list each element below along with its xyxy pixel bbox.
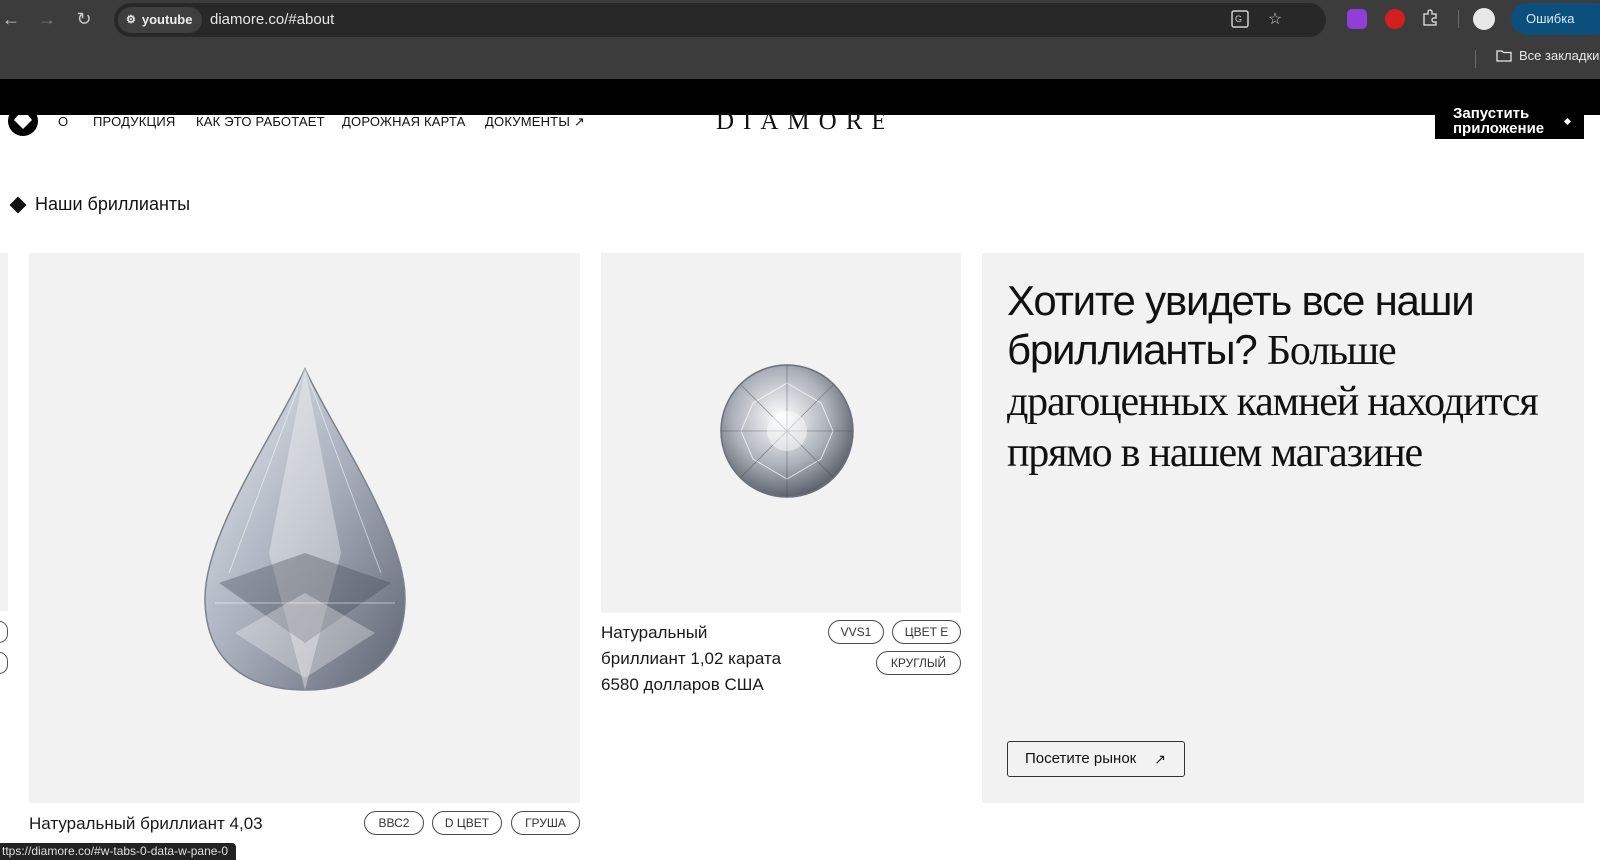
all-bookmarks[interactable]: Все закладки xyxy=(1496,48,1599,63)
tag-shape: КРУГЛЫЙ xyxy=(876,651,961,675)
tag-color: ЦВЕТ E xyxy=(892,620,961,644)
nav-link-about[interactable]: О xyxy=(58,114,68,129)
section-title: Наши бриллианты xyxy=(35,194,191,214)
site-settings-icon: ⚙ xyxy=(126,14,136,26)
visit-market-button[interactable]: Посетите рынок ↗ xyxy=(1007,741,1185,777)
error-button[interactable]: Ошибка xyxy=(1511,3,1600,35)
cta-heading: Хотите увидеть все наши бриллианты? Боль… xyxy=(1007,276,1547,478)
tag-clarity: VVS1 xyxy=(828,620,884,644)
link-status-bar: ttps://diamore.co/#w-tabs-0-data-w-pane-… xyxy=(0,843,237,860)
diamore-logo-icon[interactable] xyxy=(8,106,38,136)
product-card-round[interactable] xyxy=(601,253,961,613)
product-caption-pear: Натуральный бриллиант 4,03 xyxy=(29,814,263,833)
site-chip-label: youtube xyxy=(141,12,193,27)
profile-avatar-icon[interactable] xyxy=(1473,8,1495,30)
bookmark-star-icon[interactable]: ☆ xyxy=(1265,10,1285,30)
brand-wordmark[interactable]: DIAMORE xyxy=(716,108,884,134)
nav-link-how-it-works[interactable]: КАК ЭТО РАБОТАЕТ xyxy=(196,114,325,129)
bookmarks-bar xyxy=(0,38,1600,79)
previous-tag-edge xyxy=(0,652,8,674)
cta-heading-sans: Хотите увидеть все наши бриллианты? xyxy=(1007,277,1475,373)
launch-label-line2: приложение xyxy=(1453,120,1545,137)
extensions-puzzle-icon[interactable] xyxy=(1420,9,1440,29)
launch-label-line1: Запустить xyxy=(1453,105,1530,122)
reload-icon[interactable]: ↻ xyxy=(73,8,95,30)
section-heading: Наши бриллианты xyxy=(9,194,190,215)
tag-clarity: ВВС2 xyxy=(364,811,424,835)
translate-icon[interactable]: G xyxy=(1230,10,1250,30)
nav-link-documents[interactable]: ДОКУМЕНТЫ ↗ xyxy=(485,114,585,130)
site-info-chip[interactable]: ⚙ youtube xyxy=(118,7,203,33)
forward-icon[interactable]: → xyxy=(36,8,58,30)
tag-shape: ГРУША xyxy=(511,811,580,835)
folder-icon xyxy=(1496,50,1512,62)
previous-card-edge xyxy=(0,253,8,611)
diamond-bullet-icon xyxy=(9,196,27,213)
url-text[interactable]: diamore.co/#about xyxy=(210,3,334,37)
caption-line: бриллиант 1,02 карата xyxy=(601,649,782,668)
bookmarks-divider xyxy=(1475,50,1476,68)
round-diamond-image xyxy=(720,364,854,498)
caption-line: 6580 долларов США xyxy=(601,675,764,694)
back-icon[interactable]: ← xyxy=(0,8,22,30)
all-bookmarks-label: Все закладки xyxy=(1519,48,1600,63)
external-arrow-icon: ↗ xyxy=(1154,751,1166,767)
extension-icon[interactable] xyxy=(1347,9,1367,29)
svg-text:G: G xyxy=(1235,14,1242,24)
tag-color: D ЦВЕТ xyxy=(432,811,502,835)
product-card-pear[interactable] xyxy=(29,253,580,803)
caption-line: Натуральный xyxy=(601,623,708,642)
address-bar[interactable]: ⚙ youtube diamore.co/#about G ☆ xyxy=(114,3,1326,37)
launch-app-button[interactable]: Запустить приложение xyxy=(1435,104,1584,139)
pear-diamond-image xyxy=(204,367,406,691)
previous-tag-edge xyxy=(0,621,8,643)
extension-adblock-icon[interactable] xyxy=(1385,9,1405,29)
nav-link-roadmap[interactable]: ДОРОЖНАЯ КАРТА xyxy=(342,114,466,129)
visit-market-label: Посетите рынок xyxy=(1025,750,1137,767)
toolbar-divider xyxy=(1458,10,1459,28)
product-caption-round: Натуральный бриллиант 1,02 карата 6580 д… xyxy=(601,620,781,698)
nav-link-products[interactable]: ПРОДУКЦИЯ xyxy=(93,114,176,129)
